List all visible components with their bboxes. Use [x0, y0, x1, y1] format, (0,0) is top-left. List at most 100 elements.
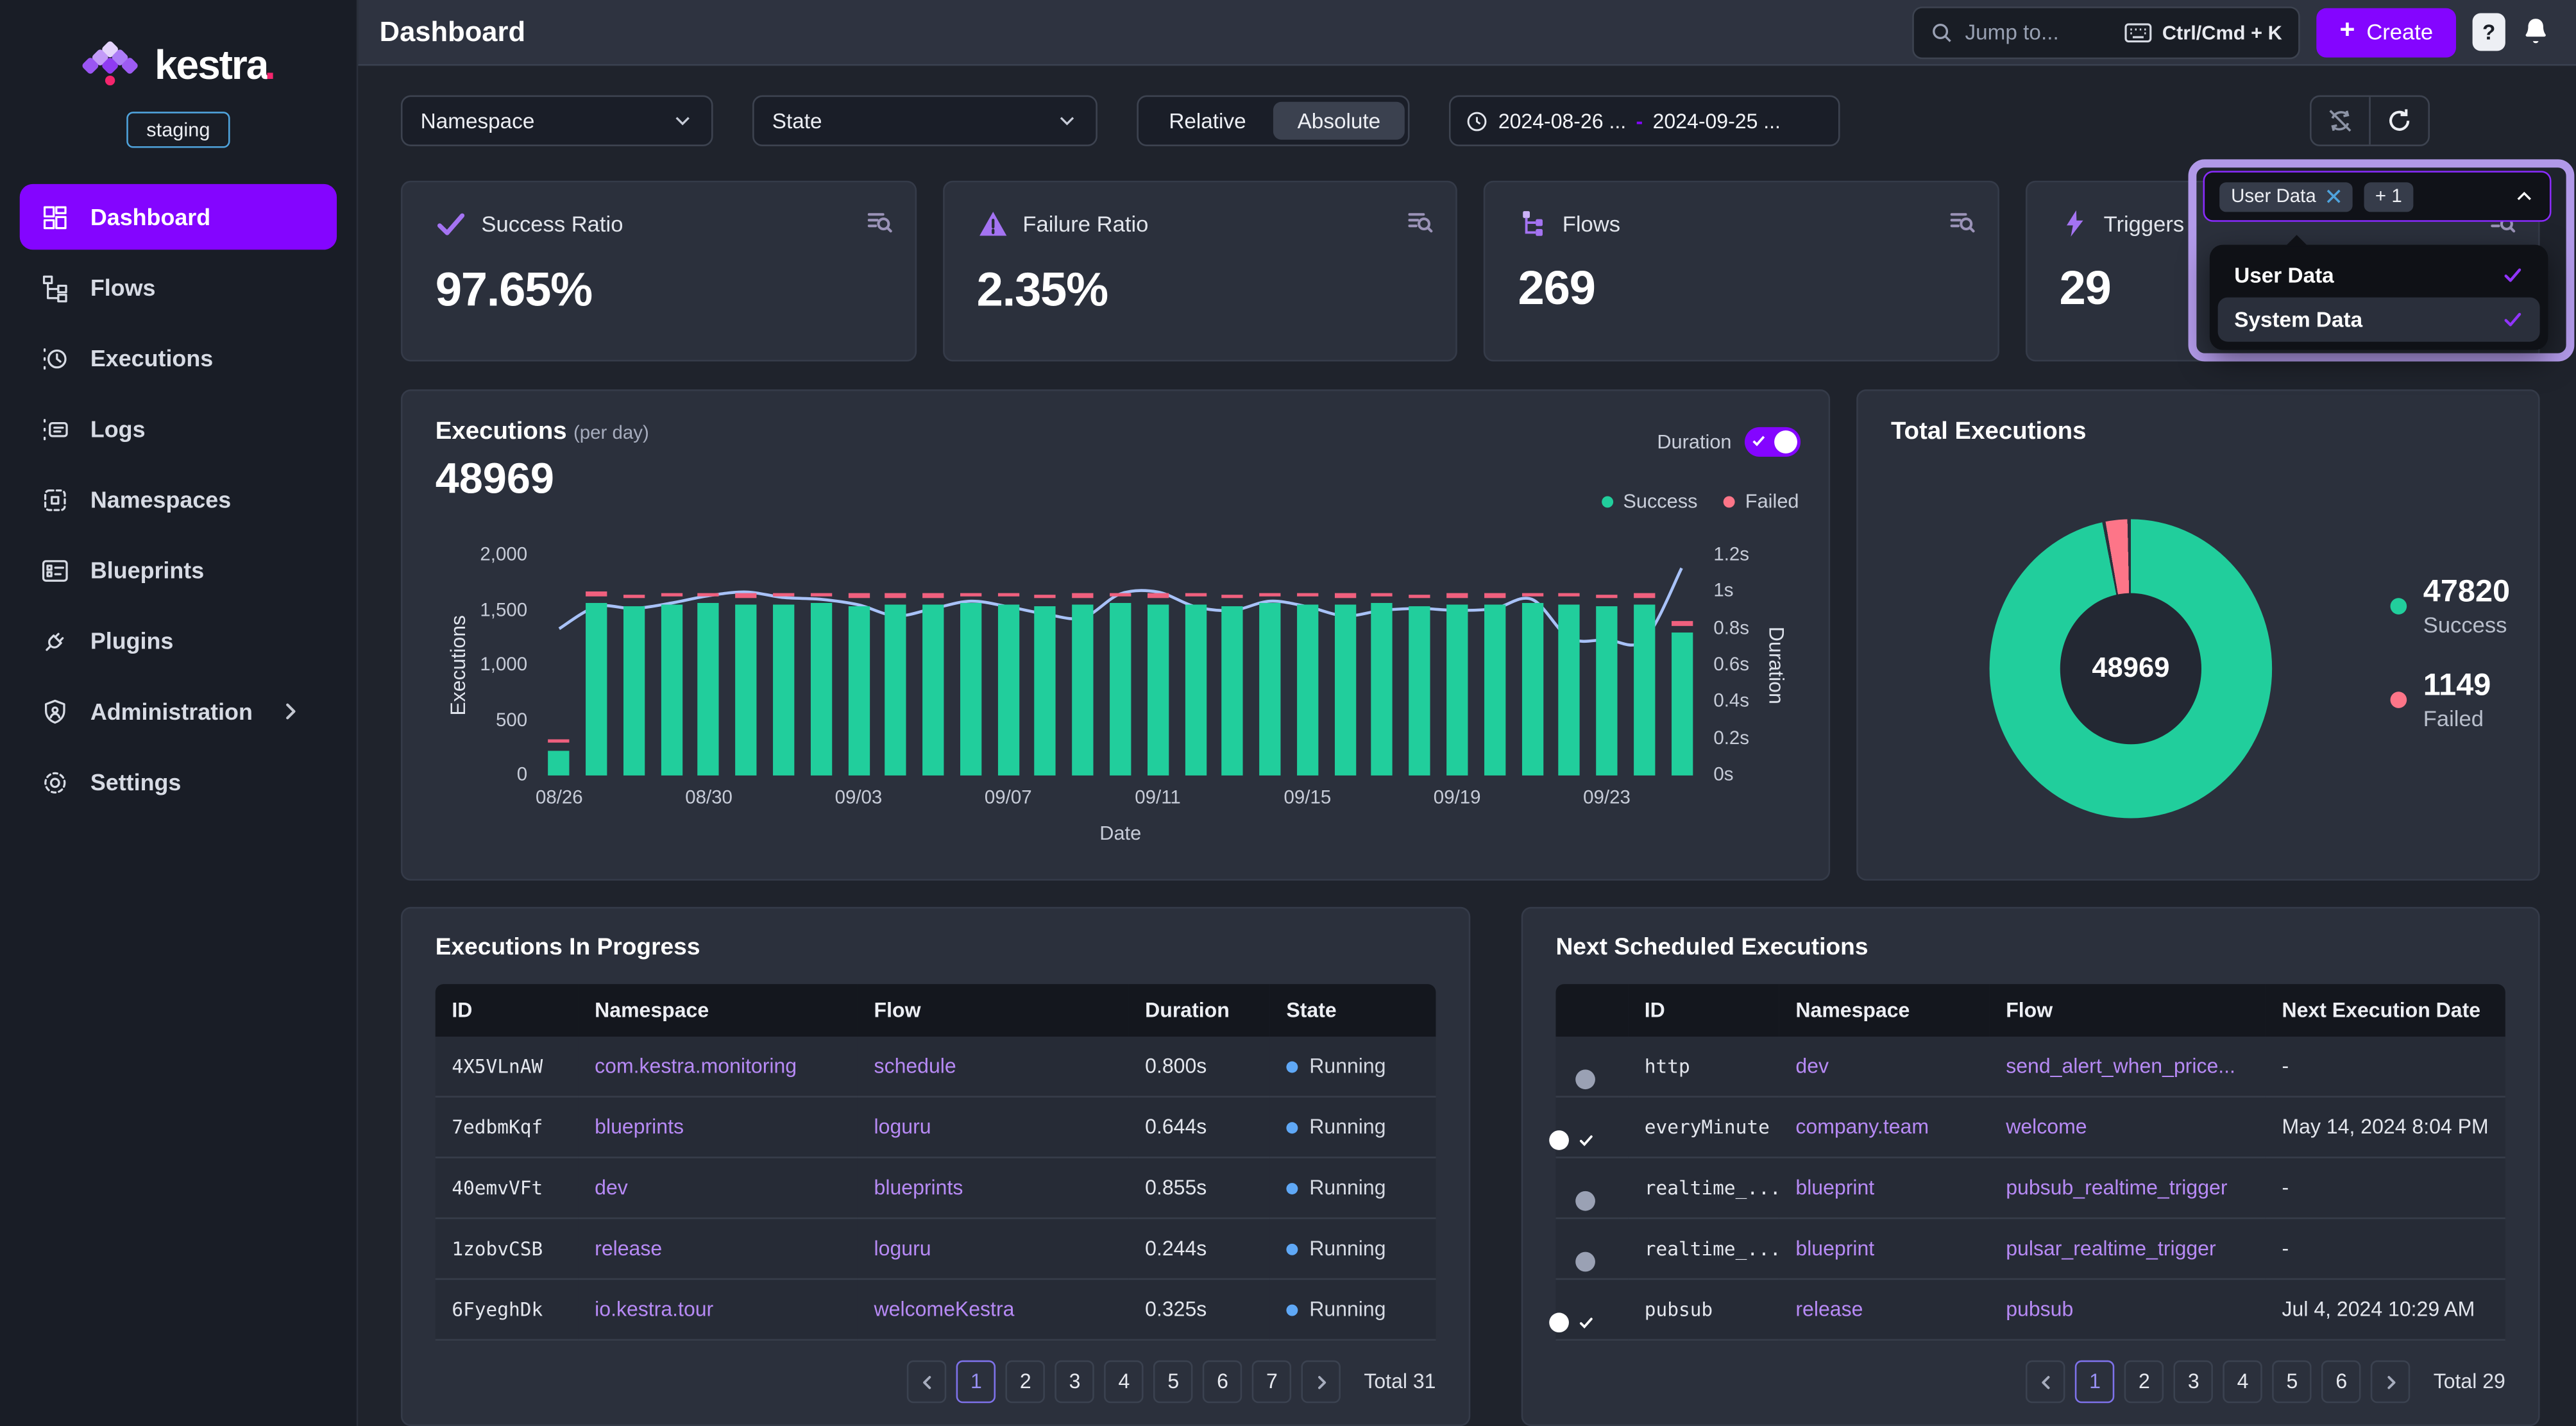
execution-id-link[interactable]: 40emvVFt	[436, 1157, 579, 1218]
namespace-link[interactable]: release	[595, 1237, 662, 1260]
sidebar-item-plugins[interactable]: Plugins	[20, 608, 337, 674]
success-bar[interactable]	[623, 606, 645, 776]
duration-toggle[interactable]	[1745, 427, 1801, 457]
dropdown-option-user-data[interactable]: User Data	[2218, 253, 2540, 297]
help-button[interactable]: ?	[2473, 13, 2505, 51]
sidebar-item-blueprints[interactable]: Blueprints	[20, 538, 337, 603]
absolute-tab[interactable]: Absolute	[1273, 102, 1405, 140]
sidebar-item-executions[interactable]: Executions	[20, 325, 337, 391]
flow-link[interactable]: send_alert_when_price...	[2006, 1055, 2235, 1078]
namespace-link[interactable]: blueprint	[1795, 1176, 1874, 1200]
create-button[interactable]: + Create	[2317, 8, 2456, 57]
sidebar-item-logs[interactable]: Logs	[20, 396, 337, 461]
success-bar[interactable]	[997, 604, 1019, 776]
pagination-next-button[interactable]	[2371, 1361, 2410, 1404]
list-search-icon[interactable]	[865, 208, 893, 237]
success-bar[interactable]	[1185, 604, 1206, 776]
sidebar-item-namespaces[interactable]: Namespaces	[20, 466, 337, 532]
sidebar-item-settings[interactable]: Settings	[20, 749, 337, 815]
success-bar[interactable]	[960, 604, 981, 776]
success-bar[interactable]	[586, 604, 607, 776]
flow-link[interactable]: loguru	[874, 1116, 931, 1139]
legend-item-failed[interactable]: Failed	[1724, 489, 1799, 513]
relative-tab[interactable]: Relative	[1142, 102, 1273, 140]
success-bar[interactable]	[1371, 604, 1393, 776]
success-bar[interactable]	[548, 750, 570, 775]
success-bar[interactable]	[1484, 605, 1505, 776]
success-bar[interactable]	[1334, 605, 1355, 776]
sidebar-item-dashboard[interactable]: Dashboard	[20, 184, 337, 250]
success-bar[interactable]	[1110, 604, 1131, 776]
date-from-value[interactable]: 2024-08-26 ...	[1498, 109, 1626, 132]
success-bar[interactable]	[885, 604, 906, 776]
success-bar[interactable]	[773, 604, 794, 776]
success-bar[interactable]	[1035, 606, 1056, 776]
success-bar[interactable]	[736, 605, 757, 776]
trigger-id-link[interactable]: everyMinute	[1628, 1097, 1779, 1158]
success-bar[interactable]	[1409, 606, 1430, 776]
namespace-link[interactable]: io.kestra.tour	[595, 1298, 713, 1321]
trigger-id-link[interactable]: http	[1628, 1037, 1779, 1096]
success-bar[interactable]	[922, 605, 944, 776]
dropdown-option-system-data[interactable]: System Data	[2218, 298, 2540, 342]
chip-remove-icon[interactable]	[2326, 189, 2341, 204]
flow-link[interactable]: welcome	[2006, 1116, 2087, 1139]
flow-link[interactable]: blueprints	[874, 1176, 963, 1200]
pagination-page-4[interactable]: 4	[1105, 1361, 1144, 1404]
pagination-page-6[interactable]: 6	[2322, 1361, 2361, 1404]
date-to-value[interactable]: 2024-09-25 ...	[1653, 109, 1781, 132]
namespace-link[interactable]: company.team	[1795, 1116, 1929, 1139]
list-search-icon[interactable]	[1947, 208, 1976, 237]
execution-id-link[interactable]: 7edbmKqf	[436, 1097, 579, 1158]
sidebar-item-administration[interactable]: Administration	[20, 679, 337, 744]
search-input[interactable]: Jump to... Ctrl/Cmd + K	[1913, 6, 2300, 58]
pagination-prev-button[interactable]	[2026, 1361, 2065, 1404]
flow-link[interactable]: pulsar_realtime_trigger	[2006, 1237, 2216, 1260]
execution-id-link[interactable]: 1zobvCSB	[436, 1218, 579, 1279]
legend-item-success[interactable]: Success	[1602, 489, 1697, 513]
namespace-link[interactable]: com.kestra.monitoring	[595, 1055, 797, 1078]
auto-refresh-off-button[interactable]	[2312, 97, 2369, 144]
pagination-page-7[interactable]: 7	[1252, 1361, 1291, 1404]
pagination-page-5[interactable]: 5	[1154, 1361, 1193, 1404]
data-type-select[interactable]: User Data + 1	[2203, 171, 2552, 221]
success-bar[interactable]	[1671, 632, 1692, 776]
pagination-page-2[interactable]: 2	[2124, 1361, 2164, 1404]
success-bar[interactable]	[1222, 606, 1243, 776]
list-search-icon[interactable]	[1406, 208, 1434, 237]
success-bar[interactable]	[810, 604, 831, 776]
pagination-page-1[interactable]: 1	[956, 1361, 996, 1404]
flow-link[interactable]: schedule	[874, 1055, 956, 1078]
namespace-link[interactable]: release	[1795, 1298, 1863, 1321]
namespace-link[interactable]: blueprint	[1795, 1237, 1874, 1260]
pagination-next-button[interactable]	[1301, 1361, 1341, 1404]
flow-link[interactable]: pubsub_realtime_trigger	[2006, 1176, 2227, 1200]
success-bar[interactable]	[1596, 606, 1617, 776]
success-bar[interactable]	[1259, 604, 1280, 776]
trigger-id-link[interactable]: pubsub	[1628, 1279, 1779, 1340]
success-bar[interactable]	[698, 604, 719, 776]
trigger-id-link[interactable]: realtime_...	[1628, 1218, 1779, 1279]
pagination-page-5[interactable]: 5	[2273, 1361, 2312, 1404]
pagination-page-6[interactable]: 6	[1203, 1361, 1242, 1404]
execution-id-link[interactable]: 4X5VLnAW	[436, 1037, 579, 1096]
success-bar[interactable]	[1297, 604, 1318, 776]
execution-id-link[interactable]: 6FyeghDk	[436, 1279, 579, 1340]
date-range-input[interactable]: 2024-08-26 ... - 2024-09-25 ...	[1449, 96, 1840, 146]
success-bar[interactable]	[1521, 604, 1543, 776]
namespace-link[interactable]: blueprints	[595, 1116, 684, 1139]
success-bar[interactable]	[1147, 605, 1168, 776]
flow-link[interactable]: loguru	[874, 1237, 931, 1260]
success-bar[interactable]	[1446, 604, 1468, 776]
notifications-bell-icon[interactable]	[2521, 17, 2550, 48]
pagination-page-1[interactable]: 1	[2075, 1361, 2114, 1404]
pagination-prev-button[interactable]	[907, 1361, 946, 1404]
namespace-link[interactable]: dev	[1795, 1055, 1829, 1078]
success-bar[interactable]	[1072, 604, 1094, 776]
pagination-page-3[interactable]: 3	[1055, 1361, 1094, 1404]
state-filter-select[interactable]: State	[752, 96, 1097, 146]
flow-link[interactable]: welcomeKestra	[874, 1298, 1015, 1321]
trigger-id-link[interactable]: realtime_...	[1628, 1157, 1779, 1218]
success-bar[interactable]	[661, 604, 682, 776]
flow-link[interactable]: pubsub	[2006, 1298, 2073, 1321]
